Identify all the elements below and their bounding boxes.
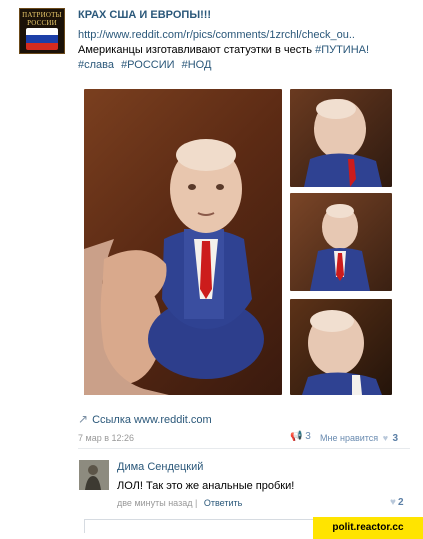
post-hashtag-putin[interactable]: #ПУТИНА!: [315, 44, 369, 56]
comment-author[interactable]: Дима Сендецкий: [117, 461, 203, 473]
vk-post: ПАТРИОТЫ РОССИИ КРАХ США И ЕВРОПЫ!!! http…: [0, 0, 423, 539]
photo-side-three-quarter[interactable]: [290, 299, 392, 395]
comment-divider: [78, 448, 410, 449]
comment-text: ЛОЛ! Так это же анальные пробки!: [117, 480, 295, 492]
likes-count: 3: [392, 433, 399, 444]
hashtag-slava[interactable]: #слава: [78, 59, 114, 71]
megaphone-icon: 📢: [290, 431, 303, 442]
post-text-body: Американцы изготавливают статуэтки в чес…: [78, 44, 316, 56]
like-button[interactable]: Мне нравится ♥ 3: [320, 433, 398, 444]
source-link-label[interactable]: Ссылка www.reddit.com: [92, 414, 212, 426]
share-button[interactable]: 📢 3: [290, 431, 311, 442]
watermark: polit.reactor.cc: [313, 517, 423, 539]
comment-likes-count: 2: [397, 497, 404, 508]
photo-main[interactable]: [84, 89, 282, 395]
comment-like-button[interactable]: ♥ 2: [390, 497, 404, 508]
post-link[interactable]: http://www.reddit.com/r/pics/comments/1z…: [78, 29, 355, 41]
reply-button[interactable]: Ответить: [204, 498, 242, 508]
post-text: Американцы изготавливают статуэтки в чес…: [78, 44, 369, 56]
heart-icon: ♥: [382, 433, 389, 443]
figurine-front-photo: [310, 204, 370, 291]
hashtag-nod[interactable]: #НОД: [182, 59, 212, 71]
hashtag-rossii[interactable]: #РОССИИ: [121, 59, 174, 71]
source-link[interactable]: ↗ Ссылка www.reddit.com: [78, 412, 212, 426]
shares-count: 3: [305, 431, 311, 442]
group-avatar-text: ПАТРИОТЫ РОССИИ: [22, 11, 62, 27]
photo-front[interactable]: [290, 193, 392, 291]
heart-icon: ♥: [390, 497, 396, 508]
comment-avatar[interactable]: [79, 460, 109, 490]
figurine-three-quarter-photo: [302, 310, 382, 395]
comment-meta: две минуты назад | Ответить: [117, 498, 242, 508]
likes-label: Мне нравится: [320, 433, 379, 443]
post-author[interactable]: КРАХ США И ЕВРОПЫ!!!: [78, 9, 211, 21]
figurine-photo: [84, 139, 264, 395]
russian-flag-icon: [26, 28, 58, 50]
post-date[interactable]: 7 мар в 12:26: [78, 433, 134, 443]
photo-side-profile[interactable]: [290, 89, 392, 187]
arrow-link-icon: ↗: [78, 412, 89, 426]
comment-meta-separator: |: [195, 498, 198, 508]
group-avatar[interactable]: ПАТРИОТЫ РОССИИ: [19, 8, 65, 54]
comment-time[interactable]: две минуты назад: [117, 498, 192, 508]
person-avatar-icon: [79, 460, 109, 490]
post-tags: #слава #РОССИИ #НОД: [78, 59, 215, 71]
figurine-profile-photo: [304, 99, 382, 187]
